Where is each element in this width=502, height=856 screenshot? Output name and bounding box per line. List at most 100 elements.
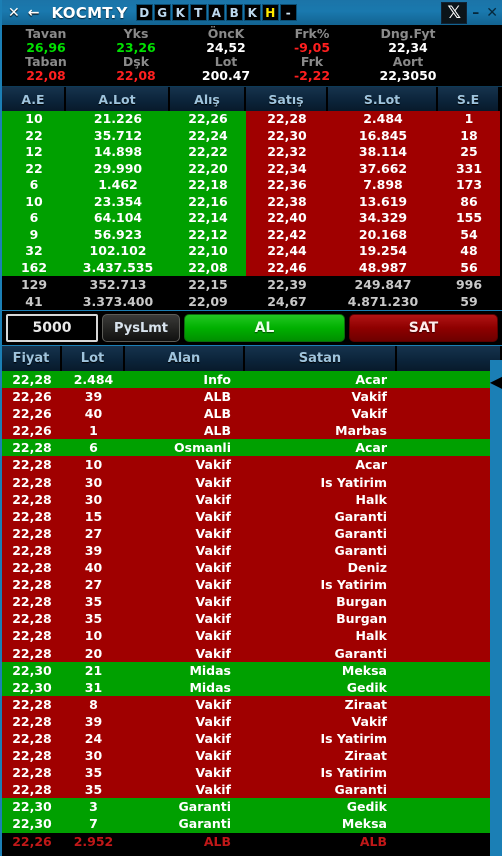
trade-row[interactable]: 22,28 35 Vakif Burgan xyxy=(2,593,502,611)
trade-cell-alan: Garanti xyxy=(178,816,231,832)
letter-button-b[interactable]: B xyxy=(225,4,243,21)
trade-row[interactable]: 22,30 3 Garanti Gedik xyxy=(2,798,502,816)
orderbook-cell-alot: 3.437.535 xyxy=(66,259,170,276)
summary-cell-se: 59 xyxy=(460,294,478,309)
trade-row[interactable]: 22,28 8 Vakif Ziraat xyxy=(2,695,502,713)
trade-row[interactable]: 22,28 15 Vakif Garanti xyxy=(2,507,502,525)
trade-row[interactable]: 22,28 24 Vakif Is Yatirim xyxy=(2,729,502,748)
trade-row[interactable]: 22,28 35 Vakif Is Yatirim xyxy=(2,764,502,782)
trade-cell-satan: Gedik xyxy=(346,679,387,695)
trade-cell-satan: Garanti xyxy=(334,645,387,661)
trade-row[interactable]: 22,28 39 Vakif Garanti xyxy=(2,541,502,560)
orderbook-cell-alis: 22,24 xyxy=(170,127,246,144)
back-arrow-icon[interactable]: ← xyxy=(24,6,44,20)
trade-cell-fiyat: 22,28 xyxy=(12,713,52,729)
trade-cell-spacer xyxy=(397,730,502,747)
trade-row[interactable]: 22,28 27 Vakif Is Yatirim xyxy=(2,576,502,594)
quantity-input[interactable]: 5000 xyxy=(6,314,98,342)
orderbook-row[interactable]: 12 14.898 22,22 22,32 38.114 25 xyxy=(2,144,502,161)
stat-value-frkpct: -9,05 xyxy=(293,40,331,55)
orderbook-header: A.E A.Lot Alış Satış S.Lot S.E xyxy=(2,87,502,111)
trade-row[interactable]: 22,26 1 ALB Marbas xyxy=(2,422,502,440)
trade-row[interactable]: 22,26 2.952 ALB ALB xyxy=(2,832,502,850)
orderbook-col-ae[interactable]: A.E xyxy=(2,87,66,111)
orderbook-col-se[interactable]: S.E xyxy=(438,87,500,111)
trades-col-fiyat[interactable]: Fiyat xyxy=(2,346,62,371)
orderbook-row[interactable]: 10 23.354 22,16 22,38 13.619 86 xyxy=(2,193,502,210)
vertical-scrollbar[interactable] xyxy=(490,360,502,856)
letter-button-g[interactable]: G xyxy=(153,4,171,21)
letter-button-t[interactable]: T xyxy=(189,4,207,21)
buy-button[interactable]: AL xyxy=(184,314,345,342)
trade-row[interactable]: 22,30 31 Midas Gedik xyxy=(2,678,502,696)
orderbook-cell-se: 1 xyxy=(438,111,500,128)
orderbook-col-alot[interactable]: A.Lot xyxy=(66,87,170,111)
trades-col-satan[interactable]: Satan xyxy=(245,346,397,371)
orderbook-row[interactable]: 6 1.462 22,18 22,36 7.898 173 xyxy=(2,177,502,194)
orderbook-cell-se: 331 xyxy=(438,160,500,177)
minimize-icon[interactable]: – xyxy=(470,5,481,21)
window-close-icon[interactable]: ✕ xyxy=(484,5,500,21)
letter-button-h-active[interactable]: H xyxy=(261,4,279,21)
trade-cell-satan: Burgan xyxy=(336,594,387,610)
letter-button-d[interactable]: D xyxy=(135,4,153,21)
summary-cell-slot: 4.871.230 xyxy=(347,294,419,309)
trade-row[interactable]: 22,28 10 Vakif Halk xyxy=(2,627,502,645)
orderbook-row[interactable]: 9 56.923 22,12 22,42 20.168 54 xyxy=(2,226,502,243)
trade-row[interactable]: 22,28 35 Vakif Garanti xyxy=(2,781,502,799)
trade-row[interactable]: 22,28 10 Vakif Acar xyxy=(2,456,502,474)
letter-button-dash[interactable]: - xyxy=(279,4,297,21)
orderbook-row[interactable]: 162 3.437.535 22,08 22,46 48.987 56 xyxy=(2,259,502,276)
orderbook-col-satis[interactable]: Satış xyxy=(246,87,328,111)
stats-label-row-2: Taban Dşk Lot Frk Aort xyxy=(2,55,502,69)
trade-cell-fiyat: 22,28 xyxy=(12,560,52,576)
trades-col-lot[interactable]: Lot xyxy=(62,346,125,371)
orderbook-col-slot[interactable]: S.Lot xyxy=(328,87,438,111)
stats-label-row-1: Tavan Yks ÖncK Frk% Dng.Fyt xyxy=(2,27,502,41)
orderbook-row[interactable]: 22 35.712 22,24 22,30 16.845 18 xyxy=(2,127,502,144)
orderbook-col-alis[interactable]: Alış xyxy=(170,87,246,111)
trade-row[interactable]: 22,26 39 ALB Vakif xyxy=(2,388,502,406)
x-logo-icon[interactable]: 𝕏 xyxy=(441,1,468,24)
orderbook-row[interactable]: 10 21.226 22,26 22,28 2.484 1 xyxy=(2,111,502,128)
trade-row[interactable]: 22,28 2.484 Info Acar xyxy=(2,371,502,389)
trade-cell-spacer xyxy=(397,439,502,456)
orderbook-cell-alis: 22,14 xyxy=(170,210,246,227)
trade-row[interactable]: 22,28 6 Osmanli Acar xyxy=(2,439,502,457)
trade-row[interactable]: 22,28 30 Vakif Is Yatirim xyxy=(2,473,502,491)
scroll-left-arrow-icon[interactable]: ◀ xyxy=(490,368,502,394)
orderbook-row[interactable]: 22 29.990 22,20 22,34 37.662 331 xyxy=(2,160,502,177)
summary-cell-se: 996 xyxy=(455,277,483,292)
orderbook-cell-se: 155 xyxy=(438,210,500,227)
trade-row[interactable]: 22,30 21 Midas Meksa xyxy=(2,661,502,679)
orderbook-row[interactable]: 32 102.102 22,10 22,44 19.254 48 xyxy=(2,243,502,260)
trade-cell-alan: Midas xyxy=(189,679,231,695)
trade-cell-lot: 39 xyxy=(84,389,103,405)
trade-cell-fiyat: 22,28 xyxy=(12,611,52,627)
trade-row[interactable]: 22,26 40 ALB Vakif xyxy=(2,405,502,423)
orderbook-cell-ae: 22 xyxy=(2,160,66,177)
letter-button-a[interactable]: A xyxy=(207,4,225,21)
stat-value-dsk: 22,08 xyxy=(116,68,156,83)
trade-row[interactable]: 22,28 27 Vakif Garanti xyxy=(2,524,502,542)
trade-cell-spacer xyxy=(397,764,502,781)
order-type-button[interactable]: PysLmt xyxy=(102,314,180,342)
trade-row[interactable]: 22,28 20 Vakif Garanti xyxy=(2,644,502,662)
trade-cell-alan: Vakif xyxy=(195,730,231,746)
orderbook-cell-satis: 22,34 xyxy=(246,160,328,177)
trade-row[interactable]: 22,28 39 Vakif Vakif xyxy=(2,712,502,730)
trade-cell-alan: Vakif xyxy=(195,645,231,661)
trade-cell-lot: 10 xyxy=(84,628,103,644)
close-icon[interactable]: ✕ xyxy=(4,6,24,20)
trade-row[interactable]: 22,28 40 Vakif Deniz xyxy=(2,559,502,577)
letter-button-k[interactable]: K xyxy=(171,4,189,21)
orderbook-cell-ae: 32 xyxy=(2,243,66,260)
sell-button[interactable]: SAT xyxy=(348,314,498,342)
trade-row[interactable]: 22,28 30 Vakif Halk xyxy=(2,490,502,508)
trade-row[interactable]: 22,30 7 Garanti Meksa xyxy=(2,815,502,833)
trade-row[interactable]: 22,28 35 Vakif Burgan xyxy=(2,610,502,628)
orderbook-row[interactable]: 6 64.104 22,14 22,40 34.329 155 xyxy=(2,210,502,227)
letter-button-k2[interactable]: K xyxy=(243,4,261,21)
trade-row[interactable]: 22,28 30 Vakif Ziraat xyxy=(2,747,502,765)
trades-col-alan[interactable]: Alan xyxy=(125,346,245,371)
